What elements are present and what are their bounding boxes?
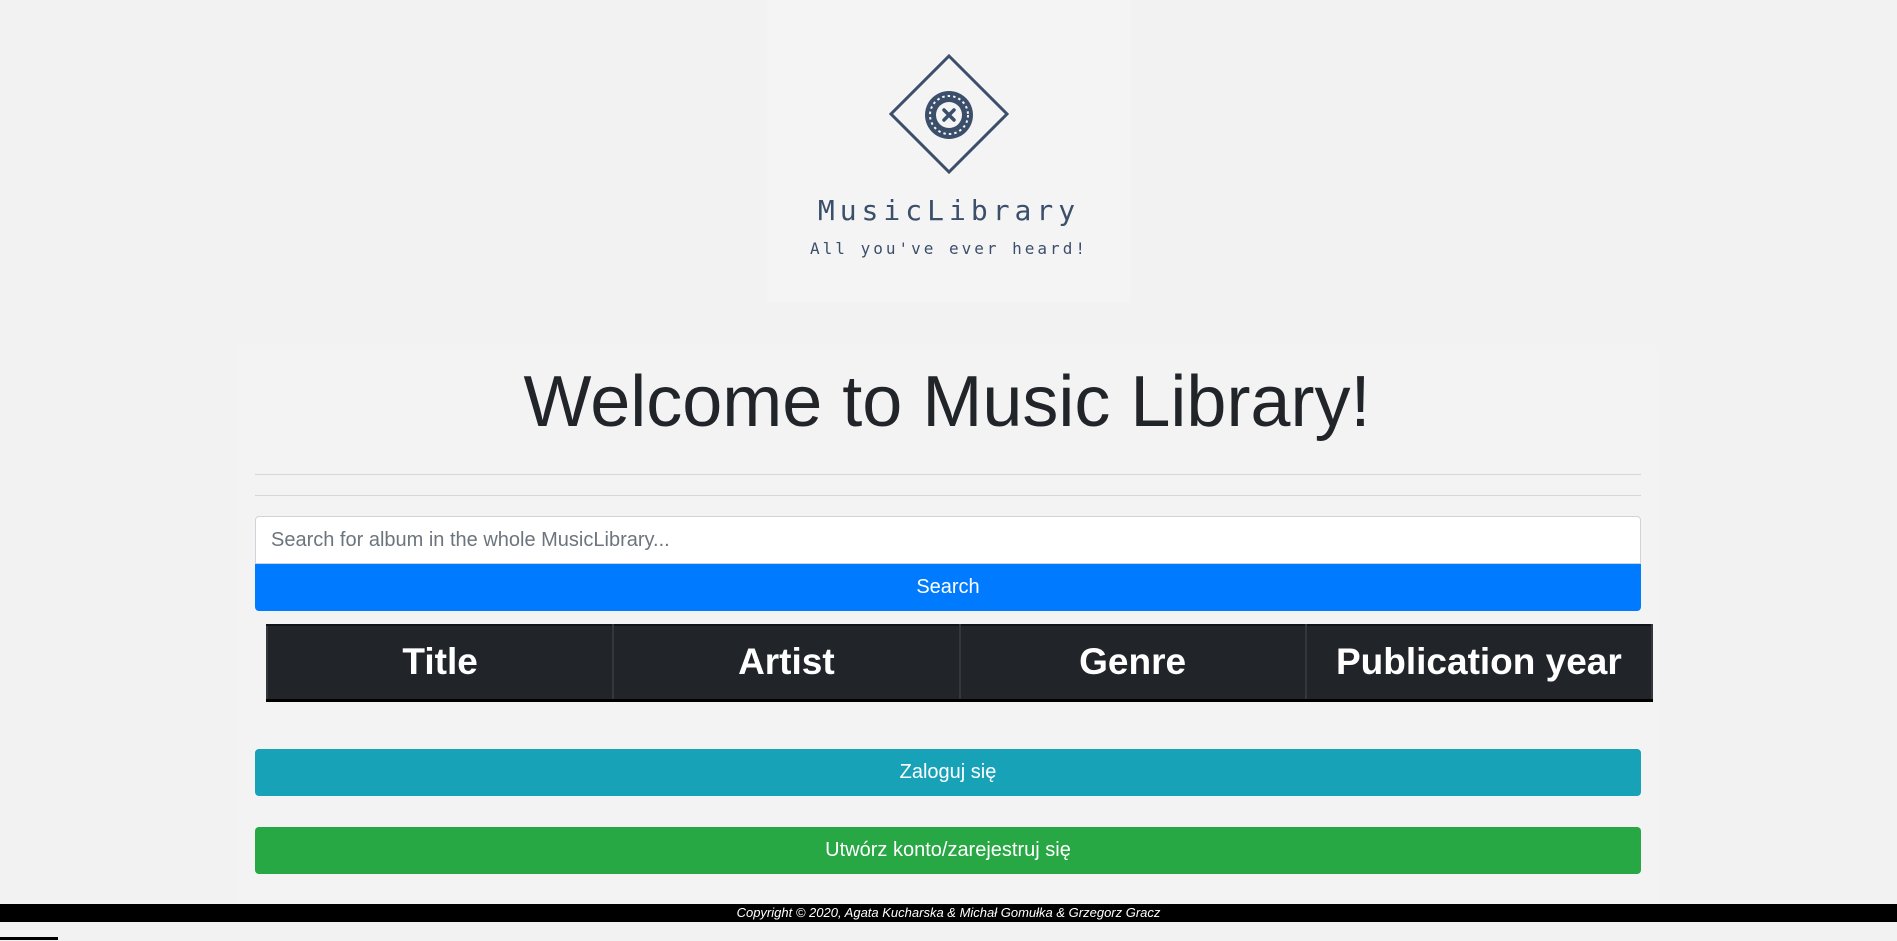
strip-segment (0, 937, 58, 940)
table-header-row: Title Artist Genre Publication year (265, 624, 1654, 702)
footer-copyright: Copyright © 2020, Agata Kucharska & Mich… (0, 904, 1897, 922)
brand-name: MusicLibrary (817, 194, 1081, 227)
search-input[interactable] (255, 516, 1641, 564)
divider (255, 474, 1641, 475)
logo-panel: MusicLibrary All you've ever heard! (767, 0, 1131, 303)
album-table: Title Artist Genre Publication year (265, 624, 1654, 702)
column-header-artist[interactable]: Artist (612, 624, 961, 702)
divider (255, 495, 1641, 496)
column-header-title[interactable]: Title (265, 624, 615, 702)
bottom-strip (0, 922, 1897, 941)
register-button[interactable]: Utwórz konto/zarejestruj się (255, 827, 1641, 874)
vinyl-record-icon (889, 54, 1009, 174)
main-panel: Welcome to Music Library! Search Title A… (237, 345, 1657, 905)
brand-tagline: All you've ever heard! (810, 239, 1088, 258)
login-button[interactable]: Zaloguj się (255, 749, 1641, 796)
search-button[interactable]: Search (255, 564, 1641, 611)
column-header-publication-year[interactable]: Publication year (1304, 624, 1654, 702)
page-title: Welcome to Music Library! (523, 362, 1371, 442)
column-header-genre[interactable]: Genre (958, 624, 1307, 702)
